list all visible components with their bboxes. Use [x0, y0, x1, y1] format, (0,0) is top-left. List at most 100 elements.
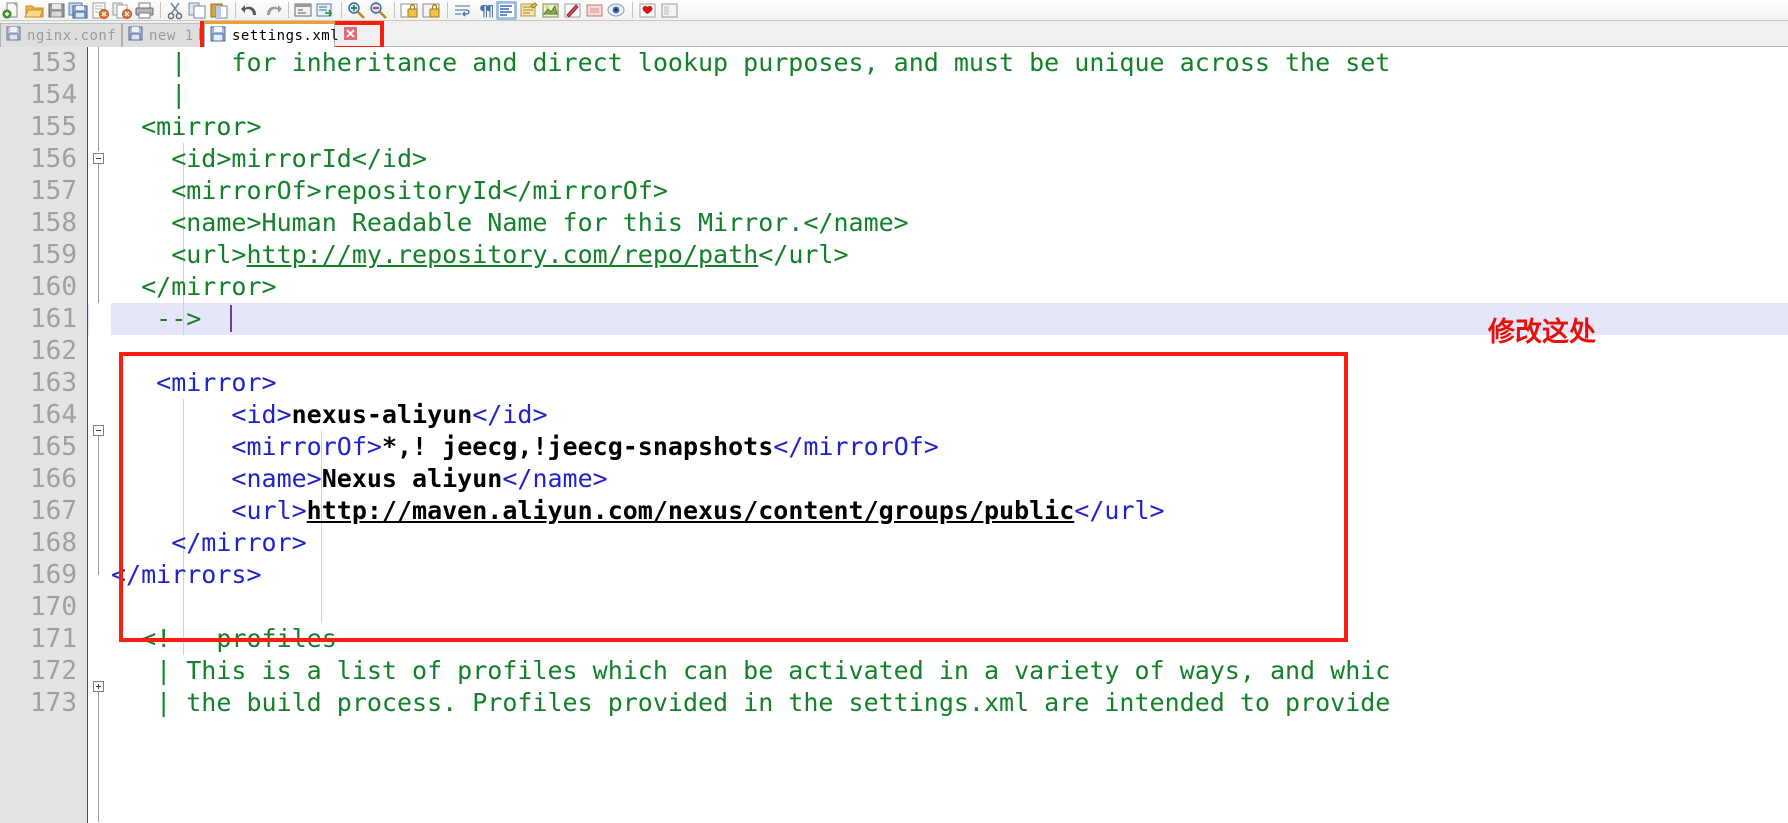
line-number: 163: [30, 368, 77, 398]
code-token: http://maven.aliyun.com/nexus/content/gr…: [306, 496, 1075, 525]
fold-margin[interactable]: [89, 47, 111, 823]
line-number: 160: [30, 272, 77, 302]
new-file-icon[interactable]: [2, 1, 23, 20]
code-token: |: [111, 80, 187, 109]
fold-collapse-icon[interactable]: [93, 425, 104, 436]
code-line[interactable]: | This is a list of profiles which can b…: [111, 655, 1390, 687]
line-number: 157: [30, 176, 77, 206]
code-line[interactable]: </mirror>: [111, 271, 277, 303]
word-wrap-icon[interactable]: [452, 1, 473, 20]
tab-label: nginx.conf: [27, 27, 117, 44]
macro-record-icon[interactable]: [562, 1, 583, 20]
code-token: | the build process. Profiles provided i…: [111, 688, 1391, 717]
find-icon[interactable]: [293, 1, 314, 20]
close-icon[interactable]: [343, 26, 358, 45]
bookmark-icon[interactable]: [637, 1, 658, 20]
code-token: <url>: [111, 240, 247, 269]
sync-horizontal-icon[interactable]: [421, 1, 442, 20]
code-line[interactable]: | the build process. Profiles provided i…: [111, 687, 1390, 719]
code-token: <mirror>: [111, 112, 262, 141]
code-line[interactable]: <url>http://my.repository.com/repo/path<…: [111, 239, 848, 271]
code-line[interactable]: <url>http://maven.aliyun.com/nexus/conte…: [111, 495, 1165, 527]
zoom-in-icon[interactable]: [346, 1, 367, 20]
code-line[interactable]: <id>nexus-aliyun</id>: [111, 399, 547, 431]
code-token: <url>: [111, 496, 307, 525]
code-line[interactable]: -->: [111, 303, 201, 335]
code-line[interactable]: <name>Nexus aliyun</name>: [111, 463, 607, 495]
save-all-icon[interactable]: [68, 1, 89, 20]
user-defined-dialog-icon[interactable]: [518, 1, 539, 20]
close-file-icon[interactable]: [90, 1, 111, 20]
code-token: | This is a list of profiles which can b…: [111, 656, 1391, 685]
code-token: | for inheritance and direct lookup purp…: [111, 48, 1391, 77]
code-line[interactable]: <!-- profiles: [111, 623, 337, 655]
code-line[interactable]: </mirrors>: [111, 559, 262, 591]
code-line[interactable]: <mirrorOf>*,! jeecg,!jeecg-snapshots</mi…: [111, 431, 939, 463]
code-token: <name>: [111, 464, 322, 493]
tab-nginx-conf[interactable]: nginx.conf: [0, 23, 134, 47]
zoom-out-icon[interactable]: [368, 1, 389, 20]
indent-guide-icon[interactable]: [496, 0, 517, 20]
code-token: <id>: [111, 400, 292, 429]
tab-settings-xml[interactable]: settings.xml: [204, 21, 358, 47]
show-whitespace-icon[interactable]: [540, 1, 561, 20]
undo-icon[interactable]: [240, 1, 261, 20]
toolbar-separator: [235, 2, 236, 18]
toolbar-separator: [394, 2, 395, 18]
code-text-area[interactable]: | for inheritance and direct lookup purp…: [111, 47, 1788, 823]
code-line[interactable]: <mirrorOf>repositoryId</mirrorOf>: [111, 175, 668, 207]
open-file-icon[interactable]: [24, 1, 45, 20]
code-token: <mirror>: [111, 368, 277, 397]
toolbar-separator: [447, 2, 448, 18]
copy-icon[interactable]: [187, 1, 208, 20]
code-line[interactable]: |: [111, 79, 186, 111]
code-line[interactable]: <id>mirrorId</id>: [111, 143, 427, 175]
line-number: 156: [30, 144, 77, 174]
fold-collapse-icon[interactable]: [93, 153, 104, 164]
code-token: <name>Human Readable Name for this Mirro…: [111, 208, 909, 237]
save-icon[interactable]: [46, 1, 67, 20]
line-number-gutter: 153 154 155 156 157 158 159 160 161 162 163 164 165 1…: [0, 47, 88, 823]
code-line[interactable]: <name>Human Readable Name for this Mirro…: [111, 207, 909, 239]
notepadpp-window: ¶ ¶ nginx.conf new 1 settings.xml 153 15…: [0, 0, 1788, 823]
code-token: </url>: [1074, 496, 1165, 525]
document-map-icon[interactable]: [659, 1, 680, 20]
fold-line: [98, 436, 99, 575]
code-token: </mirror>: [111, 528, 307, 557]
sync-vertical-icon[interactable]: [399, 1, 420, 20]
line-number: 164: [30, 400, 77, 430]
tab-new-1[interactable]: new 1: [122, 23, 211, 47]
line-number: 162: [30, 336, 77, 366]
file-icon: [128, 26, 143, 45]
code-line[interactable]: </mirror>: [111, 527, 307, 559]
tab-label: settings.xml: [232, 27, 340, 44]
macro-stop-icon[interactable]: [584, 1, 605, 20]
code-editor[interactable]: 153 154 155 156 157 158 159 160 161 162 163 164 165 1…: [0, 47, 1788, 823]
code-token: http://my.repository.com/repo/path: [246, 240, 759, 269]
close-all-icon[interactable]: [112, 1, 133, 20]
redo-icon[interactable]: [262, 1, 283, 20]
code-line[interactable]: <mirror>: [111, 111, 262, 143]
macro-play-icon[interactable]: [606, 1, 627, 20]
fold-line: [98, 692, 99, 822]
fold-expand-icon[interactable]: [93, 681, 104, 692]
document-tab-bar[interactable]: nginx.conf new 1 settings.xml: [0, 21, 1788, 47]
toolbar-separator: [632, 2, 633, 18]
code-token: </mirror>: [111, 272, 277, 301]
code-token: </mirrors>: [111, 560, 262, 589]
code-line[interactable]: <mirror>: [111, 367, 277, 399]
cut-icon[interactable]: [165, 1, 186, 20]
show-all-chars-icon[interactable]: ¶ ¶: [474, 1, 495, 20]
code-token: -->: [111, 304, 202, 333]
code-token: </mirrorOf>: [773, 432, 939, 461]
line-number: 171: [30, 624, 77, 654]
line-number: 158: [30, 208, 77, 238]
paste-icon[interactable]: [209, 1, 230, 20]
code-token: <id>mirrorId</id>: [111, 144, 428, 173]
code-line[interactable]: | for inheritance and direct lookup purp…: [111, 47, 1390, 79]
print-icon[interactable]: [134, 1, 155, 20]
replace-icon[interactable]: [315, 1, 336, 20]
line-number: 168: [30, 528, 77, 558]
code-token: <mirrorOf>repositoryId</mirrorOf>: [111, 176, 668, 205]
line-number: 155: [30, 112, 77, 142]
